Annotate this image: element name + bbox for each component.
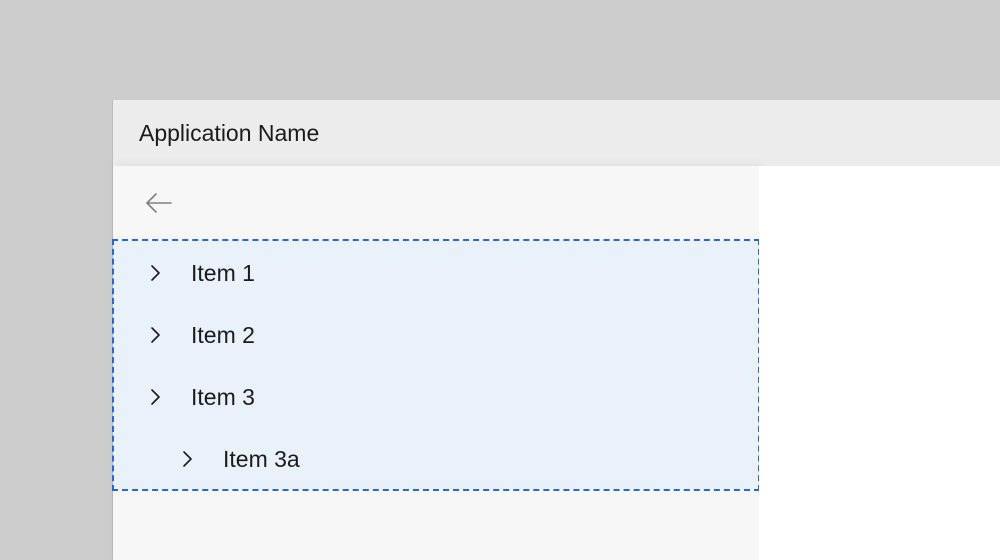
chevron-right-icon[interactable] xyxy=(177,449,197,469)
navigation-pane: Item 1 Item 2 Item 3 xyxy=(113,166,759,560)
tree-item[interactable]: Item 3a xyxy=(113,428,759,490)
tree-view-selection: Item 1 Item 2 Item 3 xyxy=(113,240,759,490)
nav-header xyxy=(113,166,759,240)
back-arrow-icon xyxy=(144,191,174,215)
tree-item[interactable]: Item 2 xyxy=(113,304,759,366)
tree-item-label: Item 1 xyxy=(191,260,255,287)
chevron-right-icon[interactable] xyxy=(145,263,165,283)
app-title: Application Name xyxy=(139,120,319,147)
chevron-right-icon[interactable] xyxy=(145,325,165,345)
window-titlebar: Application Name xyxy=(113,100,1000,166)
tree-item[interactable]: Item 3 xyxy=(113,366,759,428)
tree-item-label: Item 3 xyxy=(191,384,255,411)
back-button[interactable] xyxy=(139,183,179,223)
chevron-right-icon[interactable] xyxy=(145,387,165,407)
tree-item-label: Item 2 xyxy=(191,322,255,349)
content-pane xyxy=(759,166,1000,560)
tree-item[interactable]: Item 1 xyxy=(113,242,759,304)
tree-item-label: Item 3a xyxy=(223,446,300,473)
window-body: Item 1 Item 2 Item 3 xyxy=(113,166,1000,560)
app-window: Application Name xyxy=(113,100,1000,560)
